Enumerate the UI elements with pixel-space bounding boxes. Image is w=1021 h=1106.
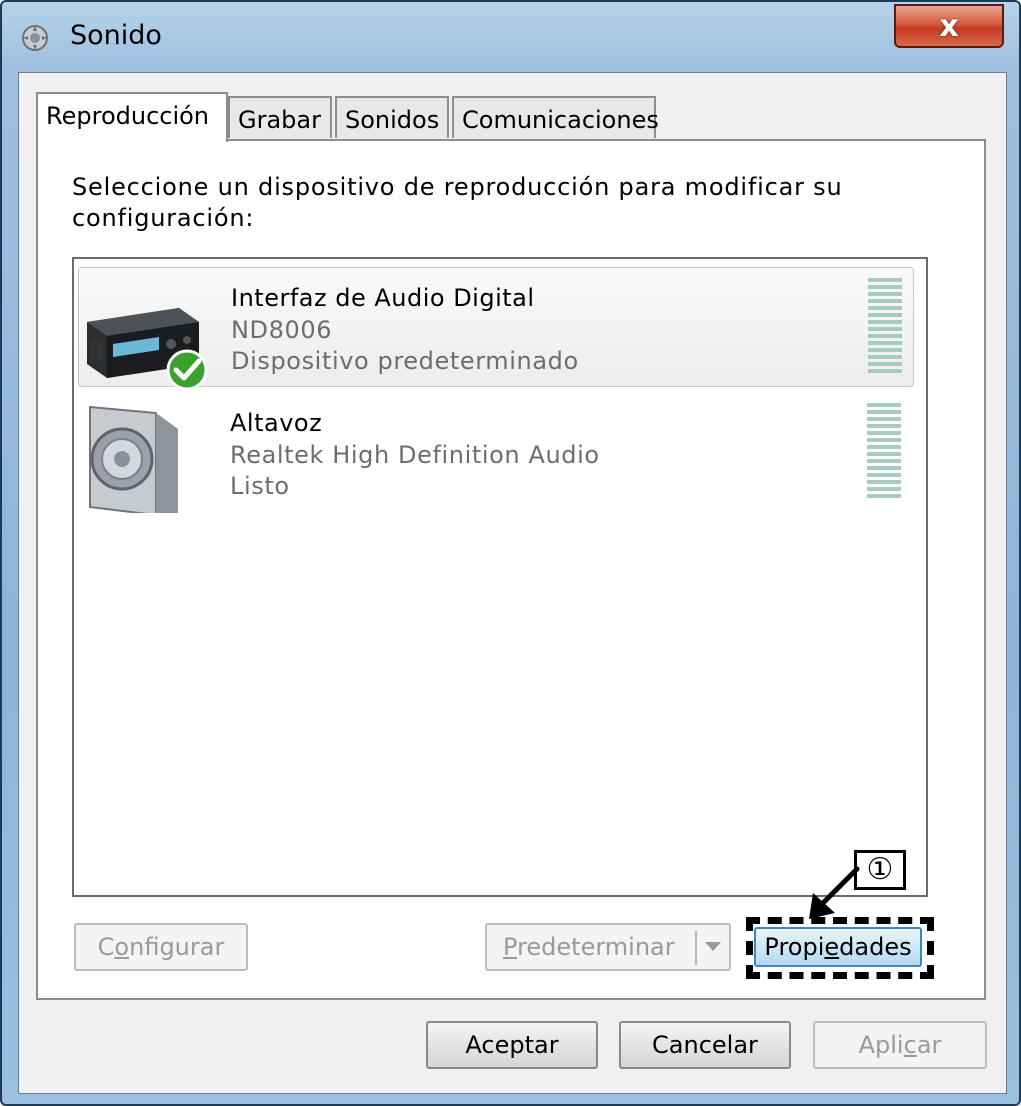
configure-button[interactable]: Configurar	[74, 923, 248, 971]
device-list[interactable]: Interfaz de Audio Digital ND8006 Disposi…	[72, 257, 928, 897]
configure-label: nfigurar	[129, 933, 225, 961]
configure-mnemonic: o	[114, 933, 130, 961]
speaker-icon	[89, 405, 178, 513]
title-bar[interactable]: Sonido x	[2, 2, 1019, 68]
set-default-split-button[interactable]: Predeterminar	[485, 923, 731, 971]
apply-label: Apli	[858, 1031, 904, 1059]
apply-label: ar	[916, 1031, 942, 1059]
cancel-button[interactable]: Cancelar	[619, 1021, 791, 1069]
apply-button[interactable]: Aplicar	[813, 1021, 987, 1069]
sound-settings-icon	[22, 25, 48, 51]
apply-mnemonic: c	[903, 1031, 917, 1059]
chevron-down-icon[interactable]	[705, 942, 721, 951]
device-row-speaker[interactable]: Altavoz Realtek High Definition Audio Li…	[78, 393, 914, 513]
digital-audio-interface-icon	[87, 308, 208, 388]
device-name: Altavoz	[230, 409, 323, 437]
device-name: Interfaz de Audio Digital	[231, 284, 535, 312]
device-status: Dispositivo predeterminado	[231, 347, 579, 375]
tab-reproduccion[interactable]: Reproducción	[36, 92, 228, 142]
close-icon: x	[939, 9, 959, 44]
set-default-mnemonic: P	[503, 933, 518, 961]
dialog-client-area: Reproducción Grabar Sonidos Comunicacion…	[18, 72, 1007, 1094]
device-model: ND8006	[231, 316, 333, 344]
close-button[interactable]: x	[894, 4, 1004, 48]
level-meter	[867, 403, 901, 501]
callout-arrow-icon	[809, 866, 860, 919]
configure-label: C	[97, 933, 115, 961]
tab-grabar[interactable]: Grabar	[228, 96, 332, 138]
sound-dialog-window: Sonido x Reproducción Grabar Sonidos Com…	[0, 0, 1021, 1106]
device-status: Listo	[230, 472, 290, 500]
window-title: Sonido	[70, 20, 162, 51]
device-row-digital-audio[interactable]: Interfaz de Audio Digital ND8006 Disposi…	[78, 267, 914, 388]
tab-comunicaciones[interactable]: Comunicaciones	[452, 96, 659, 138]
tab-sonidos[interactable]: Sonidos	[335, 96, 449, 138]
instructions-text: Seleccione un dispositivo de reproducció…	[72, 173, 843, 232]
ok-button[interactable]: Aceptar	[426, 1021, 598, 1069]
split-separator	[695, 931, 697, 965]
set-default-label: redeterminar	[517, 933, 675, 961]
device-model: Realtek High Definition Audio	[230, 441, 600, 469]
level-meter	[868, 278, 902, 376]
